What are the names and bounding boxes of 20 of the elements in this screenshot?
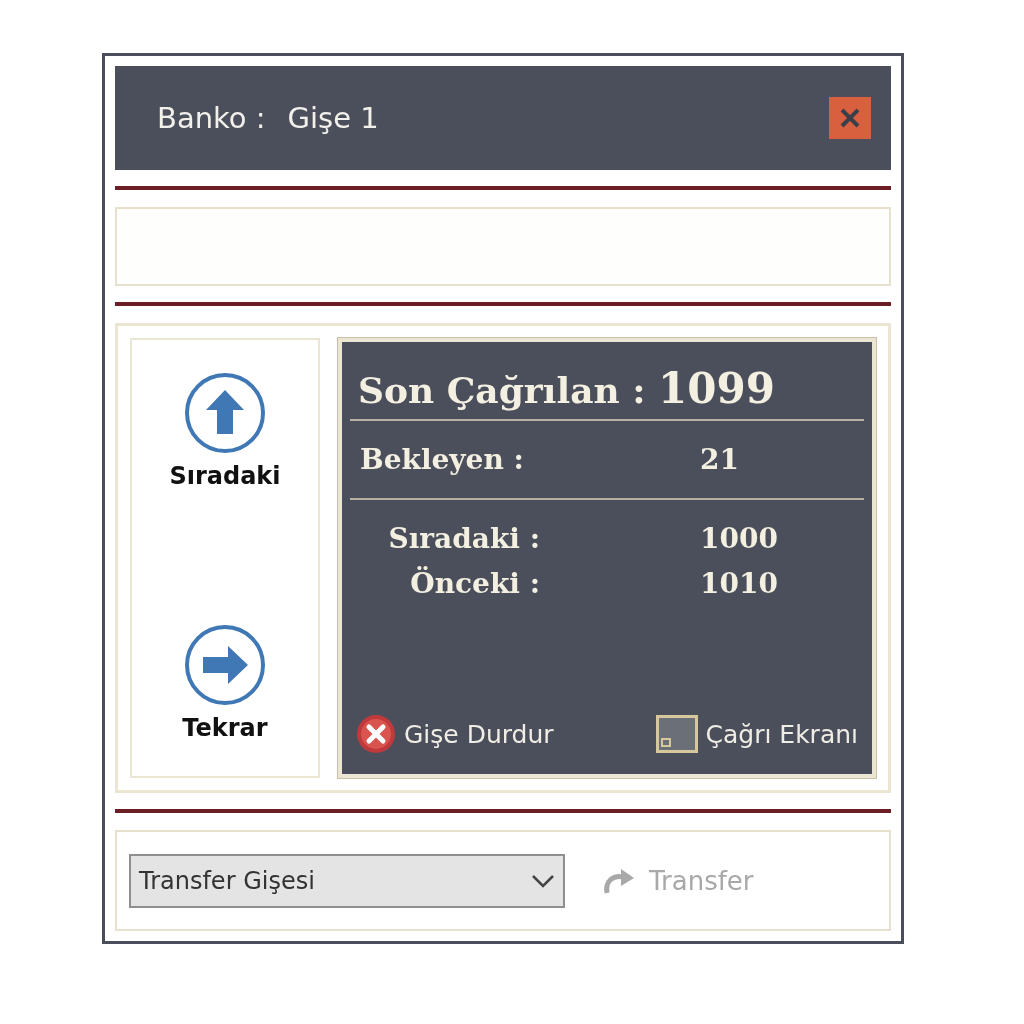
stop-counter-button[interactable]: Gişe Durdur [356, 714, 554, 754]
counter-name: Gişe 1 [287, 101, 379, 135]
last-called-label: Son Çağrılan : [358, 369, 646, 411]
queue-label: Sıradaki : [387, 522, 540, 555]
close-button[interactable] [829, 97, 871, 139]
arrow-up-icon [184, 372, 266, 454]
close-icon [356, 714, 396, 754]
waiting-label: Bekleyen : [360, 443, 525, 476]
window-icon [655, 715, 698, 753]
queue-label: Önceki : [409, 567, 540, 600]
arrow-right-icon [184, 624, 266, 706]
next-button[interactable]: Sıradaki [169, 372, 281, 490]
chevron-down-icon [531, 873, 555, 888]
last-called-number: 1099 [658, 364, 775, 413]
window-title: Banko : [157, 101, 266, 135]
call-screen-button[interactable]: Çağrı Ekranı [655, 714, 858, 754]
waiting-count: 21 [700, 443, 739, 476]
repeat-button[interactable]: Tekrar [182, 624, 268, 742]
queue-number: 1010 [700, 567, 778, 600]
queue-number: 1000 [700, 522, 778, 555]
